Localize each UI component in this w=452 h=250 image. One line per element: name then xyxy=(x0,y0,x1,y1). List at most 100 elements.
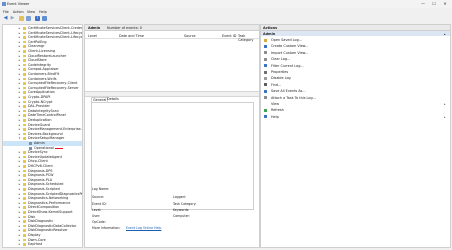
folder-icon xyxy=(23,192,27,196)
toolbar: ◀ ▶ ? xyxy=(0,15,452,23)
navigation-tree: ▸CertificateServicesClient-CredentialRoa… xyxy=(2,24,83,248)
folder-icon xyxy=(23,188,27,191)
folder-icon xyxy=(23,36,27,39)
folder-icon[interactable] xyxy=(19,16,24,21)
folder-icon xyxy=(23,91,27,94)
prop-keywords-label: Keywords: xyxy=(173,208,190,212)
folder-icon xyxy=(23,224,27,228)
folder-icon xyxy=(23,178,27,182)
folder-icon xyxy=(23,31,27,35)
folder-icon xyxy=(23,215,27,219)
prop-level-label: Level: xyxy=(92,208,102,212)
menu-help[interactable]: Help xyxy=(39,10,47,14)
prop-task-category-label: Task Category: xyxy=(173,202,197,206)
actions-list: Open Saved Log... Create Custom View... Im… xyxy=(261,37,450,237)
refresh-icon xyxy=(264,108,267,112)
expand-icon[interactable]: ▸ xyxy=(18,242,21,247)
prop-more-information-label: More Information: xyxy=(92,226,121,230)
folder-icon xyxy=(23,183,27,186)
submenu-arrow-icon: ▸ xyxy=(444,114,446,119)
folder-icon xyxy=(23,211,27,214)
folder-icon xyxy=(23,68,27,71)
menu-action[interactable]: Action xyxy=(13,10,24,14)
actions-title: Actions xyxy=(263,25,278,30)
folder-icon xyxy=(23,128,27,131)
window-title: Event Viewer xyxy=(7,2,30,6)
prop-log-name-label: Log Name: xyxy=(92,187,110,191)
help-icon[interactable]: ? xyxy=(35,16,40,21)
task-icon xyxy=(264,96,267,100)
minimize-button[interactable]: — xyxy=(418,1,428,7)
folder-icon xyxy=(23,155,27,159)
folder-icon xyxy=(23,119,27,122)
folder-icon xyxy=(23,96,27,99)
folder-icon xyxy=(23,114,27,117)
help-icon xyxy=(264,115,267,119)
collapse-arrow-icon[interactable]: ▴ xyxy=(444,32,446,36)
folder-icon xyxy=(23,45,27,48)
action-label: Help xyxy=(271,114,279,119)
folder-icon xyxy=(23,109,27,113)
folder-icon xyxy=(23,132,27,136)
maximize-button[interactable]: ☐ xyxy=(429,1,439,7)
folder-icon xyxy=(23,100,27,104)
folder-icon xyxy=(23,174,27,177)
folder-icon xyxy=(23,206,27,209)
forward-icon[interactable]: ▶ xyxy=(10,16,15,21)
event-log-online-help-link[interactable]: Event Log Online Help xyxy=(126,226,161,230)
folder-icon xyxy=(23,82,27,85)
tree-item-label: EapHost xyxy=(28,242,43,247)
prop-opcode-label: OpCode: xyxy=(92,220,106,224)
show-hide-tree-icon[interactable] xyxy=(26,16,31,21)
log-icon xyxy=(29,146,32,150)
prop-computer-label: Computer: xyxy=(173,214,190,218)
folder-icon xyxy=(23,73,27,76)
title-bar: Event Viewer — ☐ ✕ xyxy=(0,0,452,8)
back-icon[interactable]: ◀ xyxy=(3,16,8,21)
tree-item[interactable]: ▸ EapHost xyxy=(3,242,82,247)
view-icon xyxy=(264,102,267,106)
clear-log-icon xyxy=(264,57,267,61)
save-icon xyxy=(264,89,267,93)
folder-icon xyxy=(23,220,27,223)
log-name-title: Admin xyxy=(88,25,101,30)
log-header: Admin Number of events: 0 xyxy=(85,25,259,31)
folder-icon xyxy=(23,229,27,232)
event-description-box[interactable] xyxy=(91,102,254,210)
folder-icon xyxy=(23,123,27,127)
folder-icon xyxy=(23,234,27,237)
menu-file[interactable]: File xyxy=(3,10,9,14)
actions-section-title: Admin xyxy=(263,31,276,36)
event-count: Number of events: 0 xyxy=(107,25,142,30)
log-icon xyxy=(29,142,32,145)
folder-icon xyxy=(23,27,27,30)
prop-event-id-label: Event ID: xyxy=(92,202,107,206)
event-list[interactable] xyxy=(85,38,259,91)
folder-icon xyxy=(23,197,27,200)
filter-funnel-icon xyxy=(264,64,267,68)
close-button[interactable]: ✕ xyxy=(440,1,450,7)
folder-icon xyxy=(23,201,27,205)
open-folder-icon xyxy=(264,38,267,42)
tab-details[interactable]: Details xyxy=(106,97,120,101)
event-viewer-app-icon xyxy=(2,2,6,6)
menu-view[interactable]: View xyxy=(27,10,35,14)
folder-icon xyxy=(23,50,27,53)
actions-pane: Actions Admin ▴ Open Saved Log... Create … xyxy=(260,24,451,248)
actions-section-header[interactable]: Admin ▴ xyxy=(261,31,450,36)
folder-icon xyxy=(23,151,27,154)
folder-icon xyxy=(23,137,27,140)
filter-funnel-icon xyxy=(264,44,267,48)
folder-icon xyxy=(23,243,27,246)
folder-icon xyxy=(23,105,27,108)
binoculars-icon xyxy=(264,83,267,87)
prop-logged-label: Logged: xyxy=(173,195,186,199)
center-pane: Admin Number of events: 0 Level Date and… xyxy=(84,24,260,248)
disable-icon xyxy=(264,76,267,80)
properties-icon xyxy=(264,70,267,74)
folder-icon xyxy=(23,165,27,168)
folder-icon xyxy=(23,77,27,81)
action-item[interactable]: Help ▸ xyxy=(261,114,450,120)
folder-icon xyxy=(23,169,27,173)
show-hide-action-pane-icon[interactable] xyxy=(42,16,47,21)
